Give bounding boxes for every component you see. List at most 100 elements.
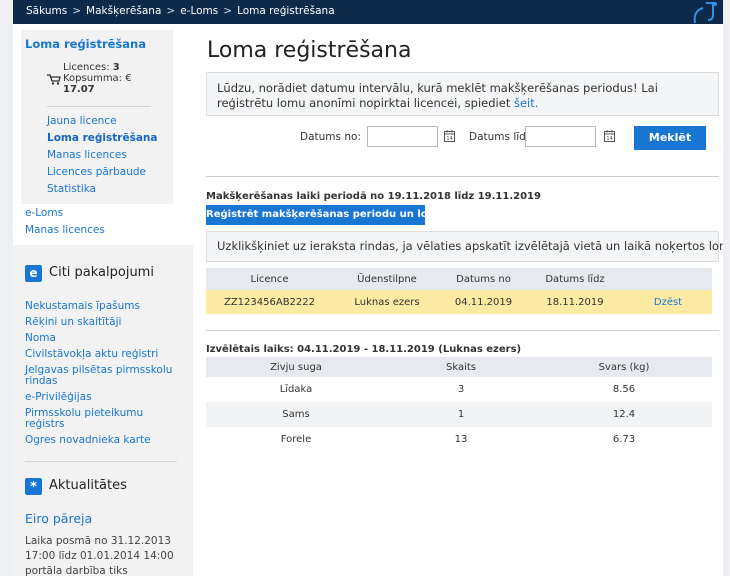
column-header-date-from: Datums no <box>441 268 526 290</box>
page-title: Loma reģistrēšana <box>207 38 412 63</box>
sidebar: Loma reģistrēšana Licences: 3 Kopsumma: … <box>13 24 193 576</box>
e-services-icon: e <box>25 265 42 282</box>
service-link-jelgava-preschool[interactable]: Jelgavas pilsētas pirmsskolu rindas <box>25 365 175 387</box>
sidebar-item-statistics[interactable]: Statistika <box>47 183 157 200</box>
top-bar: Sākums > Makšķerēšana > e-Loms > Loma reģistrē… <box>13 0 723 24</box>
breadcrumb-current: Loma reģistrēšana <box>237 5 335 17</box>
service-link-e-privileges[interactable]: e-Privilēģijas <box>25 392 175 403</box>
date-from-input[interactable] <box>367 126 438 147</box>
column-header-water-body: Ūdenstilpne <box>333 268 441 290</box>
catch-table-header: Zivju suga Skaits Svars (kg) <box>206 357 712 377</box>
cell-date-from: 04.11.2019 <box>441 290 526 314</box>
cart-summary[interactable]: Licences: 3 Kopsumma: € 17.07 <box>47 62 167 102</box>
breadcrumb: Sākums > Makšķerēšana > e-Loms > Loma reģistrē… <box>26 5 335 17</box>
shopping-cart-icon <box>47 74 61 85</box>
column-header-date-to: Datums līdz <box>526 268 624 290</box>
sidebar-item-my-licences[interactable]: Manas licences <box>47 149 157 166</box>
cell-species: Līdaka <box>279 384 313 395</box>
table-row[interactable]: ZZ123456AB2222 Luknas ezers 04.11.2019 1… <box>206 290 712 314</box>
delete-link[interactable]: Dzēst <box>654 297 682 308</box>
info-box: Lūdzu, norādiet datumu intervālu, kurā m… <box>206 72 719 116</box>
news-item-text: Laika posmā no 31.12.2013 17:00 līdz 01.… <box>25 535 174 576</box>
calendar-icon[interactable]: 14 <box>444 130 455 142</box>
service-link-real-estate[interactable]: Nekustamais īpašums <box>25 301 175 312</box>
cell-weight: 8.56 <box>612 384 636 395</box>
other-services-title: Citi pakalpojumi <box>49 265 154 280</box>
news-title: Aktualitātes <box>49 478 127 493</box>
sidebar-item-catch-registration[interactable]: Loma reģistrēšana <box>47 132 157 149</box>
sidebar-outer-links: e-Loms Manas licences <box>25 207 105 241</box>
sidebar-link-my-licences[interactable]: Manas licences <box>25 224 105 241</box>
breadcrumb-separator: > <box>223 5 233 17</box>
sidebar-divider <box>47 106 151 107</box>
sidebar-nav: Jauna licence Loma reģistrēšana Manas li… <box>47 115 157 200</box>
other-services-list: Nekustamais īpašums Rēķini un skaitītāji… <box>25 301 175 451</box>
selected-period-title: Izvēlētais laiks: 04.11.2019 - 18.11.201… <box>206 344 522 355</box>
table-row: Forele 13 6.73 <box>206 427 712 452</box>
cell-species: Forele <box>280 434 312 445</box>
cell-date-to: 18.11.2019 <box>526 290 624 314</box>
sidebar-item-new-licence[interactable]: Jauna licence <box>47 115 157 132</box>
cell-licence: ZZ123456AB2222 <box>206 290 333 314</box>
periods-table: Licence Ūdenstilpne Datums no Datums līd… <box>206 268 712 314</box>
cart-sum-value: 17.07 <box>63 84 95 95</box>
svg-text:14: 14 <box>446 136 452 142</box>
breadcrumb-home[interactable]: Sākums <box>26 5 67 17</box>
column-header-actions <box>624 268 712 290</box>
service-link-ogre-card[interactable]: Ogres novadnieka karte <box>25 435 175 446</box>
service-link-preschool-registry[interactable]: Pirmsskolu pieteikumu reģistrs <box>25 408 175 430</box>
cell-water-body: Luknas ezers <box>333 290 441 314</box>
section-divider <box>206 330 719 331</box>
sidebar-registration-box: Loma reģistrēšana Licences: 3 Kopsumma: … <box>21 30 173 204</box>
table-row: Sams 1 12.4 <box>206 402 712 427</box>
cell-weight: 6.73 <box>612 434 636 445</box>
date-filter-row: Datums no: 14 Datums līdz: 14 Meklēt <box>193 126 723 150</box>
cell-actions: Dzēst <box>624 290 712 314</box>
cart-licences-label: Licences: <box>63 62 110 73</box>
cart-licences: Licences: 3 <box>63 62 120 73</box>
fishing-hook-logo-icon <box>693 2 717 23</box>
cell-count: 1 <box>386 402 536 427</box>
news-item-title[interactable]: Eiro pāreja <box>25 511 92 526</box>
star-icon: * <box>25 478 42 495</box>
register-period-button[interactable]: Reģistrēt makšķerēšanas periodu un lomu <box>206 205 445 225</box>
breadcrumb-separator: > <box>166 5 176 17</box>
sidebar-item-licence-check[interactable]: Licences pārbaude <box>47 166 157 183</box>
calendar-icon[interactable]: 14 <box>604 130 615 142</box>
breadcrumb-separator: > <box>72 5 82 17</box>
date-from-label: Datums no: <box>300 131 361 143</box>
page-background: Sākums > Makšķerēšana > e-Loms > Loma reģistrē… <box>0 0 730 576</box>
periods-table-header: Licence Ūdenstilpne Datums no Datums līd… <box>206 268 712 290</box>
service-link-rent[interactable]: Noma <box>25 333 175 344</box>
hint-box: Uzklikšķiniet uz ieraksta rindas, ja vēl… <box>206 231 723 262</box>
cart-sum-label: Kopsumma: € <box>63 73 132 84</box>
column-header-weight: Svars (kg) <box>536 357 712 377</box>
cell-species: Sams <box>206 402 386 427</box>
breadcrumb-eloms[interactable]: e-Loms <box>180 5 218 17</box>
section-divider <box>206 176 719 177</box>
service-link-bills-meters[interactable]: Rēķini un skaitītāji <box>25 317 175 328</box>
column-header-licence: Licence <box>206 268 333 290</box>
column-header-species: Zivju suga <box>206 357 386 377</box>
panel-divider <box>25 461 177 462</box>
catch-table: Zivju suga Skaits Svars (kg) Līdaka 3 8.… <box>206 357 712 452</box>
cart-licences-count: 3 <box>112 62 120 73</box>
breadcrumb-fishing[interactable]: Makšķerēšana <box>86 5 161 17</box>
table-row: Līdaka 3 8.56 <box>206 377 712 402</box>
column-header-count: Skaits <box>386 357 536 377</box>
svg-text:14: 14 <box>606 136 612 142</box>
info-text: Lūdzu, norādiet datumu intervālu, kurā m… <box>217 81 658 110</box>
sidebar-link-eloms[interactable]: e-Loms <box>25 207 105 224</box>
other-services-panel: e Citi pakalpojumi Nekustamais īpašums R… <box>13 245 193 576</box>
page-frame: Sākums > Makšķerēšana > e-Loms > Loma reģistrē… <box>13 0 723 576</box>
service-link-civil-registry[interactable]: Civilstāvokļa aktu reģistri <box>25 349 175 360</box>
cell-count: 3 <box>457 384 465 395</box>
main-content: Loma reģistrēšana Lūdzu, norādiet datumu… <box>193 24 723 576</box>
cell-count: 13 <box>454 434 468 445</box>
sidebar-box-title: Loma reģistrēšana <box>25 37 146 51</box>
periods-title: Makšķerēšanas laiki periodā no 19.11.201… <box>206 191 541 202</box>
search-button[interactable]: Meklēt <box>634 126 706 150</box>
cell-weight: 12.4 <box>536 402 712 427</box>
anonymous-licence-link[interactable]: šeit. <box>514 96 538 110</box>
date-to-input[interactable] <box>525 126 596 147</box>
